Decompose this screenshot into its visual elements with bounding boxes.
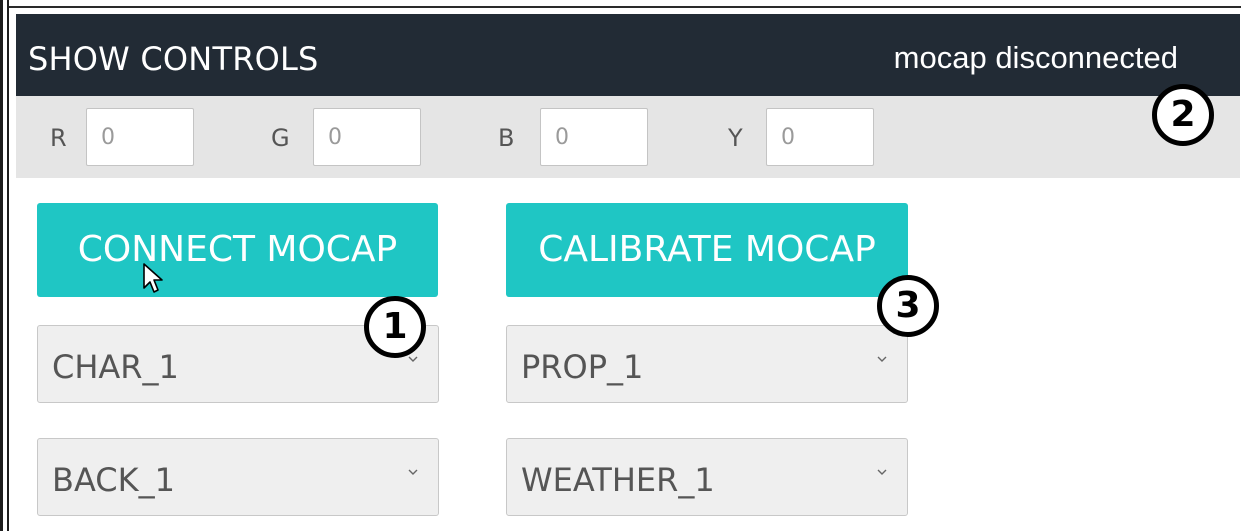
callout-3: 3 — [877, 275, 939, 337]
b-label: B — [498, 124, 515, 152]
panel-header: SHOW CONTROLS mocap disconnected — [16, 14, 1240, 96]
mocap-status: mocap disconnected — [893, 40, 1178, 75]
g-input[interactable] — [313, 108, 421, 166]
g-label: G — [271, 124, 290, 152]
weather-select[interactable]: WEATHER_1 — [506, 438, 908, 516]
char-select-value: CHAR_1 — [52, 348, 179, 386]
connect-mocap-button[interactable]: CONNECT MOCAP — [37, 203, 438, 297]
show-controls-panel: SHOW CONTROLS mocap disconnected R G B Y… — [16, 14, 1240, 531]
back-select[interactable]: BACK_1 — [37, 438, 439, 516]
callout-1: 1 — [364, 296, 426, 358]
callout-2: 2 — [1152, 84, 1214, 146]
prop-select-value: PROP_1 — [521, 348, 644, 386]
left-border-inner — [7, 0, 9, 531]
y-input[interactable] — [766, 108, 874, 166]
b-input[interactable] — [540, 108, 648, 166]
weather-select-value: WEATHER_1 — [521, 461, 715, 499]
chevron-down-icon — [408, 356, 418, 362]
back-select-value: BACK_1 — [52, 461, 175, 499]
top-border — [9, 6, 1241, 8]
panel-title: SHOW CONTROLS — [28, 40, 319, 78]
prop-select[interactable]: PROP_1 — [506, 325, 908, 403]
chevron-down-icon — [408, 469, 418, 475]
r-label: R — [50, 124, 67, 152]
left-border — [0, 0, 3, 531]
chevron-down-icon — [877, 469, 887, 475]
y-label: Y — [728, 124, 743, 152]
chevron-down-icon — [877, 356, 887, 362]
color-values-bar: R G B Y — [16, 96, 1240, 178]
calibrate-mocap-button[interactable]: CALIBRATE MOCAP — [506, 203, 908, 297]
r-input[interactable] — [86, 108, 194, 166]
mouse-cursor-icon — [143, 263, 163, 293]
